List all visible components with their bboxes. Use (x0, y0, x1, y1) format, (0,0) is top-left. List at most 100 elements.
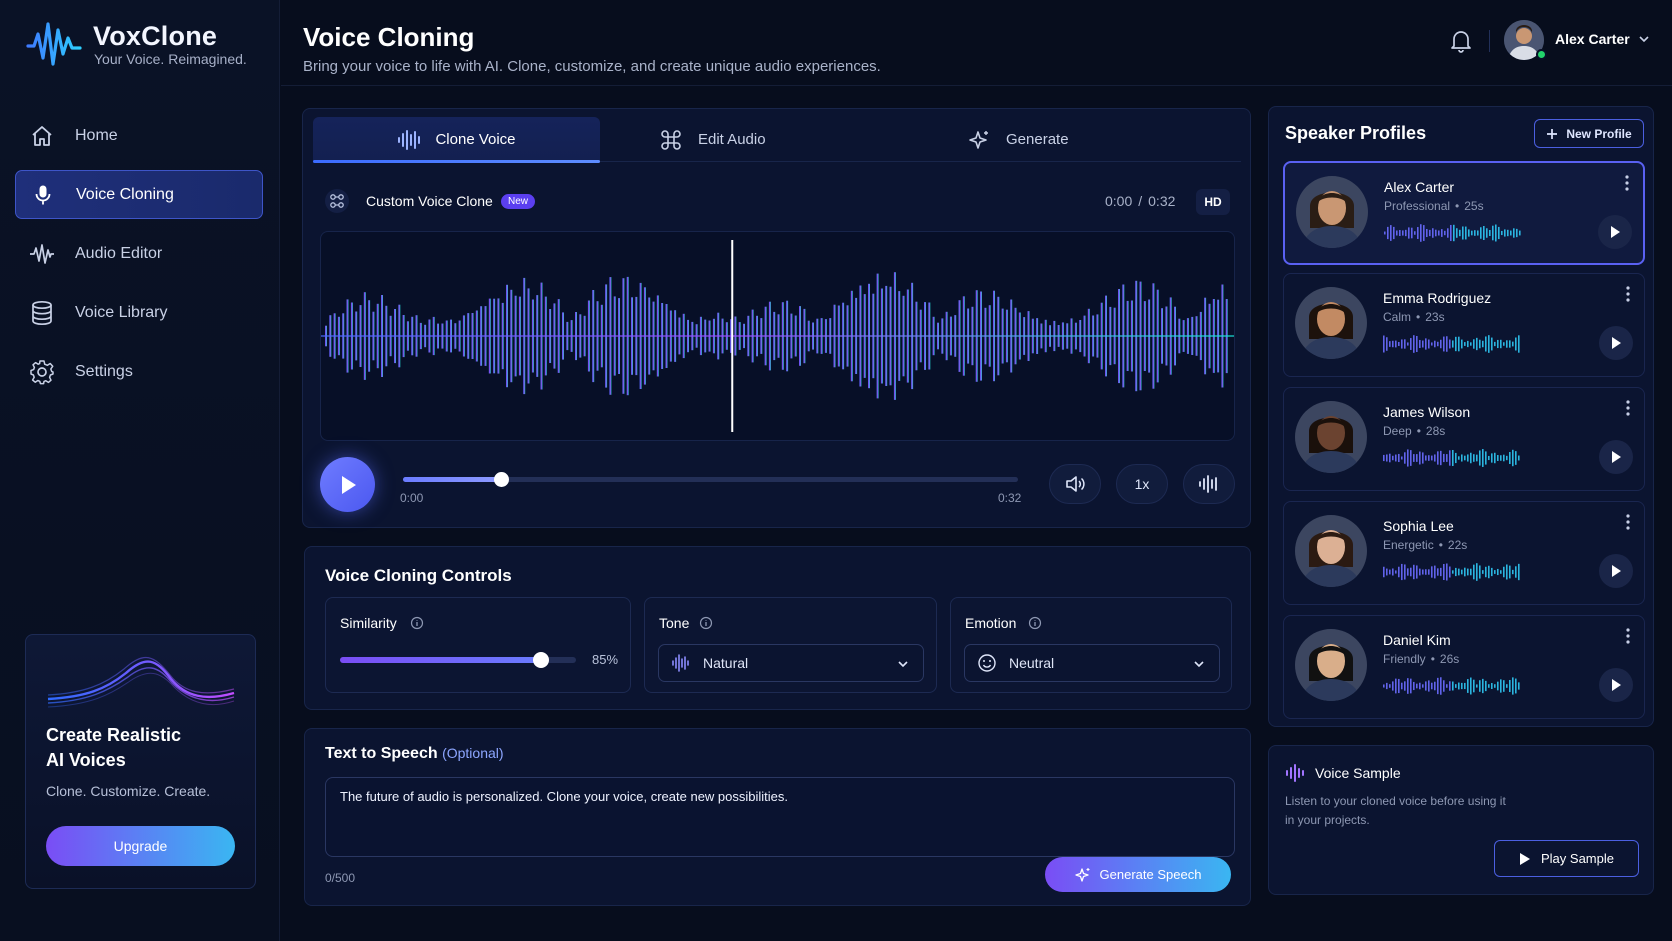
sidebar-item-voice-library[interactable]: Voice Library (15, 288, 263, 337)
speaker-profile-card[interactable]: James Wilson Deep • 28s (1283, 387, 1645, 491)
sidebar-item-label: Home (75, 126, 118, 144)
play-icon (1519, 852, 1531, 866)
logo-icon (26, 18, 82, 70)
sparkle-icon (1074, 867, 1091, 883)
waveform-settings-button[interactable] (1183, 464, 1235, 504)
profile-style: Friendly (1383, 652, 1426, 666)
more-options-icon[interactable] (1626, 628, 1630, 644)
more-options-icon[interactable] (1626, 400, 1630, 416)
tab-label: Edit Audio (698, 131, 766, 148)
upgrade-button[interactable]: Upgrade (46, 826, 235, 866)
promo-subtitle: Clone. Customize. Create. (46, 783, 211, 799)
profile-sep: • (1455, 199, 1460, 213)
tone-selected-value: Natural (703, 655, 749, 671)
clip-name: Custom Voice Clone (366, 193, 493, 209)
sidebar-item-label: Voice Library (75, 303, 168, 321)
tts-text-input[interactable]: The future of audio is personalized. Clo… (325, 777, 1235, 857)
more-options-icon[interactable] (1625, 175, 1629, 191)
hd-badge[interactable]: HD (1196, 189, 1230, 215)
generate-speech-button[interactable]: Generate Speech (1045, 857, 1231, 892)
bell-icon[interactable] (1449, 28, 1473, 54)
wave-illustration-icon (46, 649, 236, 715)
tab-generate[interactable]: Generate (968, 117, 1138, 162)
upgrade-promo-card: Create Realistic AI Voices Clone. Custom… (25, 634, 256, 889)
profile-sep: • (1416, 310, 1421, 324)
profile-play-button[interactable] (1599, 440, 1633, 474)
plus-icon (1546, 128, 1558, 140)
more-options-icon[interactable] (1626, 514, 1630, 530)
chevron-down-icon[interactable] (1638, 33, 1650, 45)
avatar (1295, 629, 1367, 701)
seek-end-time: 0:32 (998, 491, 1022, 505)
similarity-slider[interactable] (340, 652, 576, 668)
sparkle-icon (968, 129, 990, 151)
voice-sample-description-line1: Listen to your cloned voice before using… (1285, 794, 1506, 808)
profile-name: Daniel Kim (1383, 632, 1451, 648)
volume-icon (1066, 476, 1085, 492)
emotion-select[interactable]: Neutral (964, 644, 1220, 682)
time-readout: 0:00 / 0:32 (1105, 193, 1175, 209)
profile-duration: 28s (1425, 424, 1446, 438)
command-icon (660, 129, 682, 151)
similarity-label: Similarity (340, 615, 397, 631)
promo-title-line1: Create Realistic (46, 725, 182, 745)
play-icon (1612, 565, 1621, 577)
voice-cloning-controls-panel: Voice Cloning Controls Similarity 85% To… (304, 546, 1251, 710)
profile-play-button[interactable] (1599, 326, 1633, 360)
sidebar-item-voice-cloning[interactable]: Voice Cloning (15, 170, 263, 219)
online-status-dot (1536, 49, 1547, 60)
speed-button[interactable]: 1x (1116, 464, 1168, 504)
new-profile-button[interactable]: New Profile (1534, 119, 1644, 148)
similarity-card: Similarity 85% (325, 597, 631, 693)
new-profile-label: New Profile (1566, 126, 1632, 141)
speaker-profile-card[interactable]: Emma Rodriguez Calm • 23s (1283, 273, 1645, 377)
tab-bar: Clone Voice Edit Audio Generate (313, 117, 1241, 163)
user-name[interactable]: Alex Carter (1555, 31, 1630, 47)
seek-bar[interactable] (403, 472, 1018, 487)
profile-play-button[interactable] (1599, 554, 1633, 588)
sidebar-item-audio-editor[interactable]: Audio Editor (15, 229, 263, 278)
play-icon (1611, 226, 1620, 238)
more-options-icon[interactable] (1626, 286, 1630, 302)
similarity-slider-fill (340, 657, 541, 663)
profile-play-button[interactable] (1598, 215, 1632, 249)
voice-clone-icon (325, 189, 349, 213)
speaker-profile-card[interactable]: Sophia Lee Energetic • 22s (1283, 501, 1645, 605)
info-icon[interactable] (1028, 616, 1042, 630)
volume-button[interactable] (1049, 464, 1101, 504)
tts-title-row: Text to Speech (Optional) (325, 745, 504, 763)
character-counter: 0/500 (325, 871, 356, 885)
header: Voice Cloning Bring your voice to life w… (281, 0, 1672, 86)
seek-bar-fill (403, 477, 502, 482)
speaker-profile-card[interactable]: Alex Carter Professional • 25s (1283, 161, 1645, 265)
seek-handle[interactable] (494, 472, 510, 487)
speaker-profile-card[interactable]: Daniel Kim Friendly • 26s (1283, 615, 1645, 719)
profile-waveform (1383, 446, 1523, 470)
info-icon[interactable] (699, 616, 713, 630)
profile-meta: Energetic • 22s (1383, 538, 1467, 552)
tts-title: Text to Speech (325, 745, 438, 762)
info-icon[interactable] (410, 616, 424, 630)
tab-edit-audio[interactable]: Edit Audio (660, 117, 830, 162)
sidebar-item-home[interactable]: Home (15, 111, 263, 160)
voice-sample-description: Listen to your cloned voice before using… (1285, 792, 1506, 830)
time-total: 0:32 (1148, 193, 1176, 209)
tone-select[interactable]: Natural (658, 644, 924, 682)
similarity-slider-handle[interactable] (532, 652, 549, 668)
voice-sample-description-line2: in your projects. (1285, 813, 1370, 827)
profile-style: Energetic (1383, 538, 1434, 552)
profile-play-button[interactable] (1599, 668, 1633, 702)
play-button[interactable] (320, 457, 375, 512)
play-sample-button[interactable]: Play Sample (1494, 840, 1639, 877)
header-divider (1489, 30, 1490, 52)
profile-meta: Calm • 23s (1383, 310, 1445, 324)
waveform-icon (397, 129, 421, 151)
page-title: Voice Cloning (303, 22, 475, 52)
profile-duration: 23s (1425, 310, 1445, 324)
profile-style: Professional (1384, 199, 1451, 213)
tab-clone-voice[interactable]: Clone Voice (313, 117, 600, 163)
sidebar-item-settings[interactable]: Settings (15, 347, 263, 396)
waveform-display[interactable] (320, 231, 1235, 441)
chevron-down-icon (897, 658, 909, 670)
tone-card: Tone Natural (644, 597, 937, 693)
